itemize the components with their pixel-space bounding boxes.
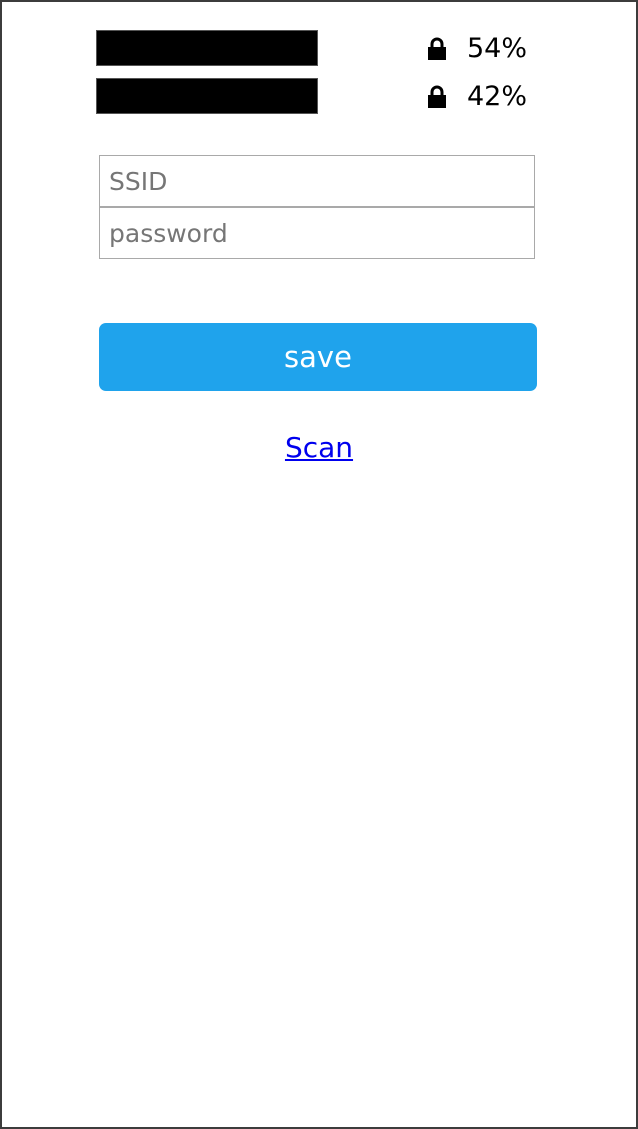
network-ssid-redacted[interactable]: [96, 78, 318, 114]
wifi-config-page: 54% 42% save Scan: [0, 0, 638, 1129]
ssid-input[interactable]: [99, 155, 535, 207]
signal-strength: 54%: [467, 33, 528, 64]
scan-link-container: Scan: [2, 431, 636, 465]
scan-link[interactable]: Scan: [285, 431, 353, 464]
network-ssid-redacted[interactable]: [96, 30, 318, 66]
lock-icon: [427, 37, 447, 61]
lock-icon: [427, 85, 447, 109]
save-button[interactable]: save: [99, 323, 537, 391]
password-input[interactable]: [99, 207, 535, 259]
network-item[interactable]: 54%: [96, 29, 546, 69]
network-item[interactable]: 42%: [96, 77, 546, 117]
signal-strength: 42%: [467, 81, 528, 112]
